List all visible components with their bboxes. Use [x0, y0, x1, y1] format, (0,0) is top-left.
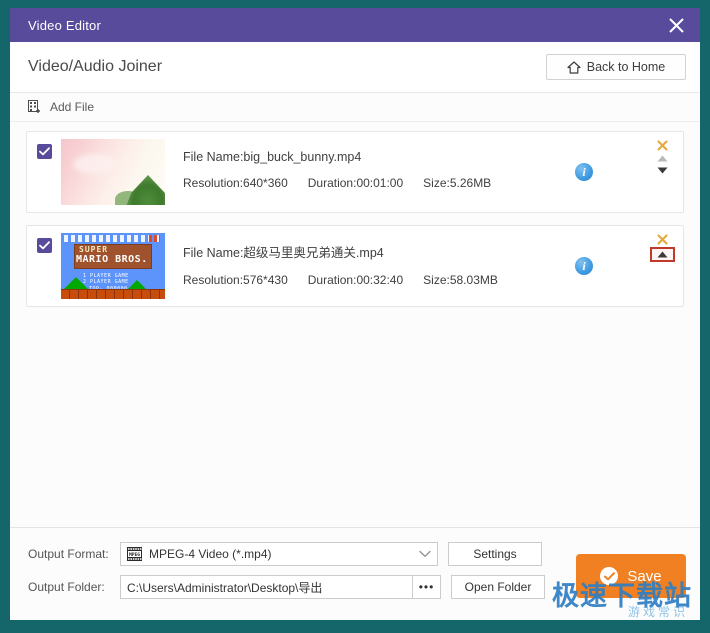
thumbnail-menu-2: 2 PLAYER GAME: [83, 279, 129, 285]
output-format-label: Output Format:: [28, 547, 120, 561]
film-strip-icon: MPEG: [127, 547, 142, 561]
thumbnail-cloud: [73, 154, 117, 174]
page-header: Video/Audio Joiner Back to Home: [10, 42, 700, 93]
window-title: Video Editor: [28, 18, 101, 33]
checkmark-icon: [39, 147, 50, 156]
table-row[interactable]: File Name:big_buck_bunny.mp4 Resolution:…: [26, 131, 684, 213]
output-format-value: MPEG-4 Video (*.mp4): [149, 547, 272, 561]
add-file-icon: [28, 100, 42, 114]
thumbnail-logo-mario: MARIO BROS.: [76, 254, 148, 265]
file-metadata: File Name:big_buck_bunny.mp4 Resolution:…: [183, 150, 683, 194]
file-list: File Name:big_buck_bunny.mp4 Resolution:…: [10, 122, 700, 527]
chevron-down-icon: [419, 550, 431, 558]
file-resolution: Resolution:640*360: [183, 176, 288, 190]
checkmark-icon: [39, 241, 50, 250]
file-duration: Duration:00:32:40: [308, 273, 403, 287]
row-tools: [651, 234, 673, 260]
move-up-icon: [657, 251, 668, 258]
add-file-label[interactable]: Add File: [50, 100, 94, 114]
row-tools: [651, 140, 673, 175]
home-icon: [567, 61, 581, 74]
save-label: Save: [627, 568, 661, 585]
video-thumbnail: SUPER MARIO BROS. 1 PLAYER GAME 2 PLAYER…: [61, 233, 165, 299]
bottom-bar: Output Format: MPEG: [10, 527, 700, 620]
info-icon[interactable]: i: [575, 163, 593, 181]
close-icon: [668, 17, 685, 34]
video-thumbnail: [61, 139, 165, 205]
info-icon[interactable]: i: [575, 257, 593, 275]
file-resolution: Resolution:576*430: [183, 273, 288, 287]
move-up-button[interactable]: [652, 249, 673, 260]
svg-text:MPEG: MPEG: [129, 552, 140, 558]
thumbnail-tree: [125, 175, 165, 205]
back-to-home-label: Back to Home: [587, 60, 666, 74]
add-file-bar: Add File: [10, 93, 700, 122]
back-to-home-button[interactable]: Back to Home: [546, 54, 686, 80]
output-folder-input[interactable]: [120, 575, 413, 599]
file-details: Resolution:640*360 Duration:00:01:00 Siz…: [183, 176, 683, 190]
watermark-sub: 游戏常识: [552, 606, 688, 618]
title-bar: Video Editor: [10, 8, 700, 42]
file-name: File Name:超级马里奥兄弟通关.mp4: [183, 242, 683, 261]
open-folder-button[interactable]: Open Folder: [451, 575, 545, 599]
file-size: Size:5.26MB: [423, 176, 491, 190]
page-title: Video/Audio Joiner: [28, 58, 162, 76]
remove-file-button[interactable]: [657, 234, 668, 245]
move-down-button[interactable]: [657, 166, 668, 175]
thumbnail-logo-super: SUPER: [79, 245, 108, 254]
app-window: Video Editor Video/Audio Joiner Back to …: [10, 8, 700, 620]
thumbnail-hud-coin: [149, 235, 160, 242]
remove-file-button[interactable]: [657, 140, 668, 151]
close-window-button[interactable]: [652, 8, 700, 42]
file-size: Size:58.03MB: [423, 273, 498, 287]
table-row[interactable]: SUPER MARIO BROS. 1 PLAYER GAME 2 PLAYER…: [26, 225, 684, 307]
file-duration: Duration:00:01:00: [308, 176, 403, 190]
browse-folder-button[interactable]: •••: [413, 575, 441, 599]
file-select-checkbox[interactable]: [37, 238, 52, 253]
output-folder-label: Output Folder:: [28, 580, 120, 594]
move-up-icon: [657, 155, 668, 162]
move-up-button[interactable]: [657, 154, 668, 163]
thumbnail-ground: [61, 289, 165, 299]
settings-button[interactable]: Settings: [448, 542, 542, 566]
save-button[interactable]: Save: [576, 554, 686, 598]
checkmark-icon: [604, 572, 615, 581]
file-name: File Name:big_buck_bunny.mp4: [183, 150, 683, 164]
file-select-checkbox[interactable]: [37, 144, 52, 159]
output-format-select[interactable]: MPEG MPEG-4 Video (*.mp4): [120, 542, 438, 566]
thumbnail-hud: [64, 235, 162, 242]
remove-icon: [657, 140, 668, 151]
file-details: Resolution:576*430 Duration:00:32:40 Siz…: [183, 273, 683, 287]
file-metadata: File Name:超级马里奥兄弟通关.mp4 Resolution:576*4…: [183, 242, 683, 291]
move-down-icon: [657, 167, 668, 174]
remove-icon: [657, 234, 668, 245]
check-circle-icon: [600, 567, 618, 585]
